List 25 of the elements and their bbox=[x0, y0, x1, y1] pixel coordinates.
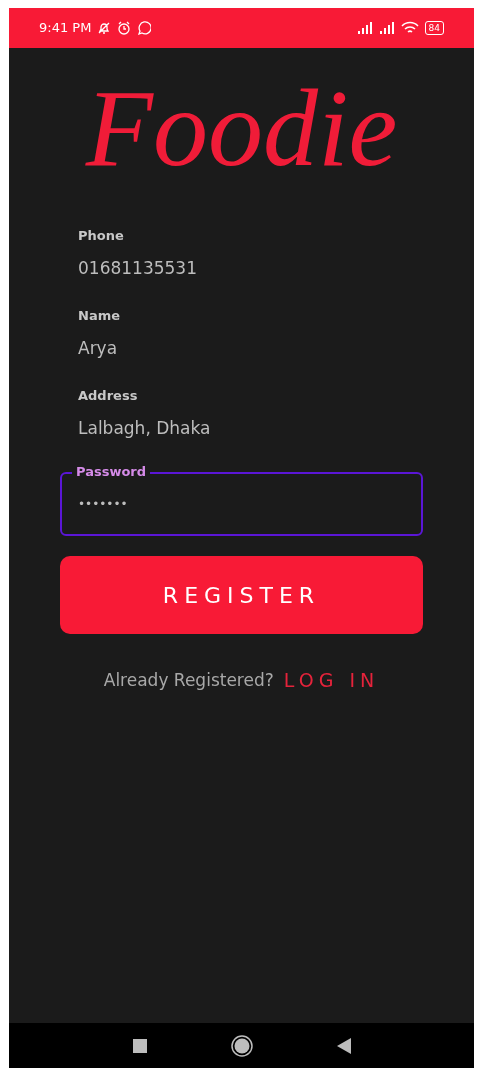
input-field[interactable]: Name Arya bbox=[60, 303, 423, 383]
login-link[interactable]: LOG IN bbox=[283, 666, 380, 695]
input-field[interactable]: Address Lalbagh, Dhaka bbox=[60, 383, 423, 463]
wifi-icon bbox=[400, 21, 419, 35]
square-icon[interactable] bbox=[132, 1038, 147, 1053]
back-icon[interactable] bbox=[336, 1037, 351, 1054]
field-label: Address bbox=[78, 387, 139, 405]
signal-icon bbox=[356, 22, 373, 34]
field-value: Arya bbox=[78, 337, 119, 359]
field-value: Lalbagh, Dhaka bbox=[78, 417, 212, 439]
field-value: ••••••• bbox=[78, 496, 128, 513]
input-field[interactable]: Phone 01681135531 bbox=[60, 223, 423, 303]
field-label: Phone bbox=[78, 227, 125, 245]
app-logo: Foodie bbox=[85, 66, 398, 191]
home-icon[interactable] bbox=[230, 1034, 253, 1057]
signal-icon bbox=[378, 22, 395, 34]
register-button[interactable]: REGISTER bbox=[60, 556, 423, 634]
alarm-icon bbox=[117, 21, 132, 35]
field-label: Name bbox=[78, 307, 121, 325]
battery-indicator: 84 bbox=[424, 21, 444, 35]
muted-bell-icon bbox=[97, 21, 112, 35]
chat-icon bbox=[137, 21, 152, 35]
field-value: 01681135531 bbox=[78, 257, 198, 279]
status-time: 9:41 PM bbox=[39, 19, 92, 38]
login-prompt: Already Registered? bbox=[103, 668, 274, 692]
